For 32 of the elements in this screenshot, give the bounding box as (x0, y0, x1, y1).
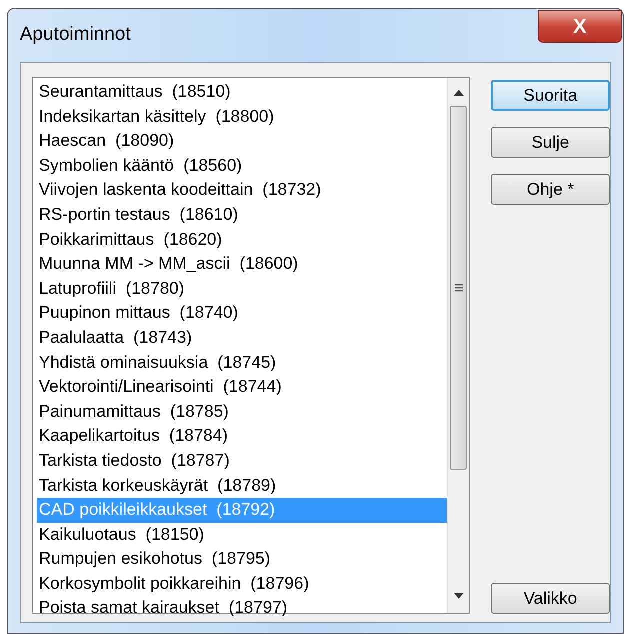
dialog-button[interactable]: Sulje (491, 127, 610, 158)
list-item[interactable]: Paalulaatta (18743) (37, 326, 448, 351)
list-item[interactable]: Kaapelikartoitus (18784) (37, 424, 448, 449)
dialog-button[interactable]: Suorita (491, 80, 610, 111)
list-item[interactable]: Muunna MM -> MM_ascii (18600) (37, 252, 448, 277)
list-item[interactable]: Kaikuluotaus (18150) (37, 522, 448, 548)
list-item[interactable]: Symbolien kääntö (18560) (37, 154, 448, 178)
list-item[interactable]: Puupinon mittaus (18740) (37, 301, 448, 326)
list-item[interactable]: Viivojen laskenta koodeittain (18732) (37, 178, 448, 203)
list-item[interactable]: Indeksikartan käsittely (18800) (37, 104, 448, 130)
list-item[interactable]: Tarkista tiedosto (18787) (37, 448, 448, 474)
scroll-down-icon[interactable] (454, 593, 464, 599)
list-item[interactable]: Yhdistä ominaisuuksia (18745) (37, 350, 448, 376)
scrollbar[interactable] (447, 78, 470, 613)
list-item[interactable]: Rumpujen esikohotus (18795) (37, 547, 448, 572)
list-item[interactable]: Korkosymbolit poikkareihin (18796) (37, 572, 448, 596)
list-item[interactable]: Poikkarimittaus (18620) (37, 228, 448, 252)
list-item[interactable]: Seurantamittaus (18510) (37, 80, 448, 105)
dialog-button[interactable]: Ohje * (491, 174, 610, 205)
list-item[interactable]: Vektorointi/Linearisointi (18744) (37, 375, 448, 400)
scroll-up-icon[interactable] (454, 90, 464, 96)
scroll-thumb[interactable] (450, 106, 468, 470)
list-item[interactable]: RS-portin testaus (18610) (37, 202, 448, 228)
grip-icon (454, 284, 463, 292)
list-item[interactable]: Latuprofiili (18780) (37, 276, 448, 302)
list-item[interactable]: Haescan (18090) (37, 129, 448, 154)
list-item[interactable]: Painumamittaus (18785) (37, 400, 448, 424)
list-item[interactable]: Poista samat kairaukset (18797) (37, 596, 448, 622)
window-title: Aputoiminnot (20, 25, 131, 44)
close-button[interactable]: X (538, 10, 622, 43)
list-item[interactable]: Tarkista korkeuskäyrät (18789) (37, 474, 448, 498)
menu-button[interactable]: Valikko (491, 583, 610, 614)
